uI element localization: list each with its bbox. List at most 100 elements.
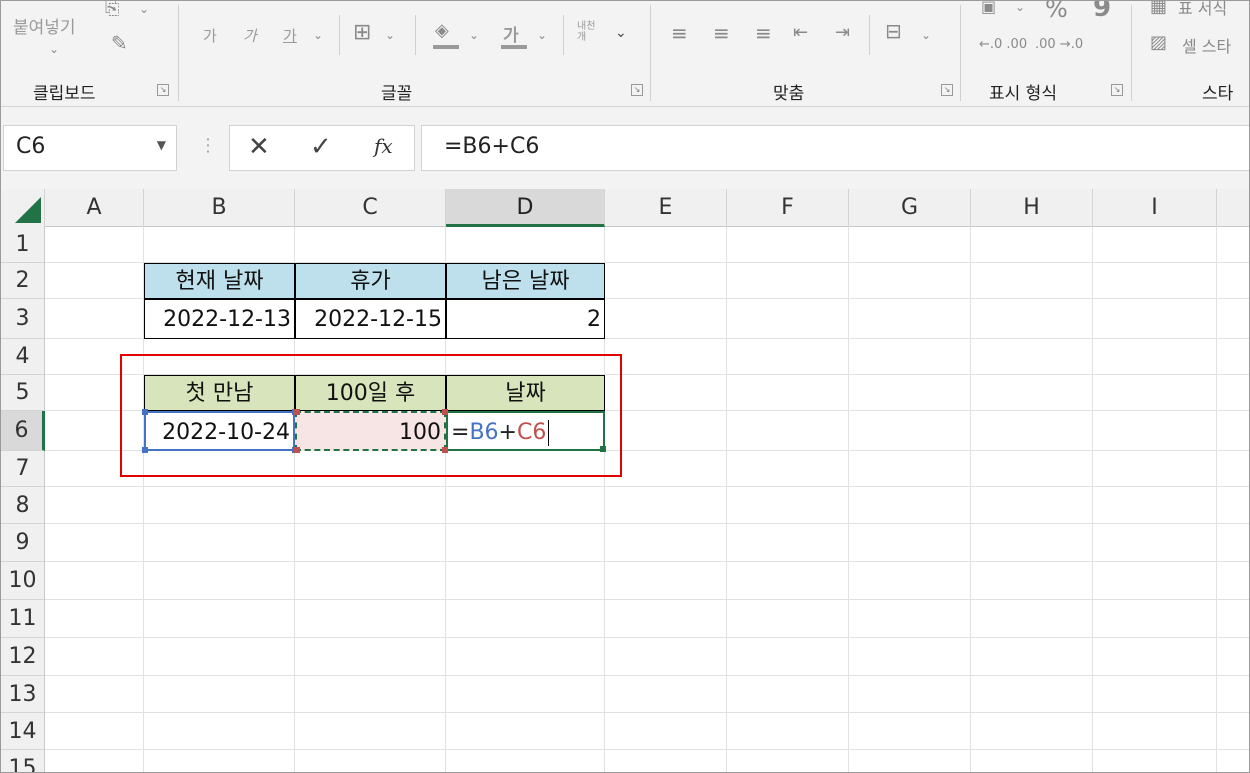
table1-value-cell[interactable]: 2022-12-13 (144, 299, 295, 339)
cell-styles-icon[interactable]: ▨ (1150, 33, 1167, 53)
cell-c6[interactable]: 100 (295, 411, 446, 451)
insert-function-icon[interactable]: fx (374, 134, 393, 158)
table1-header-cell[interactable]: 남은 날짜 (446, 263, 605, 299)
selection-handle[interactable] (442, 409, 448, 415)
worksheet-grid[interactable]: 1 2 3 4 5 6 7 8 9 10 11 12 13 14 15 현재 날짜 휴가 남은 날짜 2022-12… (1, 227, 1249, 772)
chevron-down-icon[interactable]: ⌄ (385, 25, 395, 45)
decrease-indent-icon[interactable]: ⇤ (793, 23, 808, 43)
column-header-d[interactable]: D (446, 189, 605, 227)
cell-styles-button[interactable]: 셀 스타 (1182, 33, 1231, 57)
selection-handle[interactable] (294, 447, 300, 453)
format-as-table-button[interactable]: 표 서식 (1178, 1, 1227, 19)
column-header-a[interactable]: A (45, 189, 144, 227)
italic-button[interactable]: 가 (243, 25, 257, 46)
row-header-12[interactable]: 12 (1, 638, 45, 676)
row-header-3[interactable]: 3 (1, 299, 45, 339)
dialog-launcher-icon[interactable]: ↘ (941, 84, 953, 96)
column-header-b[interactable]: B (144, 189, 295, 227)
selection-handle[interactable] (142, 447, 148, 453)
column-header-g[interactable]: G (849, 189, 971, 227)
column-header-i[interactable]: I (1093, 189, 1217, 227)
styles-group: ▦ 표 서식 ▨ 셀 스타 스타 (1132, 1, 1249, 105)
chevron-down-icon[interactable]: ⌄ (1015, 1, 1025, 17)
row-header-11[interactable]: 11 (1, 600, 45, 638)
align-right-icon[interactable]: ≡ (755, 23, 772, 43)
accounting-format-icon[interactable]: ▣ (981, 1, 996, 17)
chevron-down-icon[interactable]: ⌄ (49, 39, 59, 59)
table2-header-cell[interactable]: 첫 만남 (144, 375, 295, 411)
table1-header-cell[interactable]: 현재 날짜 (144, 263, 295, 299)
ribbon-separator (339, 15, 340, 55)
paste-button[interactable]: 붙여넣기 (13, 13, 76, 38)
chevron-down-icon[interactable]: ⌄ (615, 23, 627, 43)
column-header-e[interactable]: E (605, 189, 727, 227)
row-header-8[interactable]: 8 (1, 487, 45, 524)
row-header-15[interactable]: 15 (1, 750, 45, 772)
selection-handle[interactable] (442, 447, 448, 453)
column-header-h[interactable]: H (971, 189, 1093, 227)
styles-group-label: 스타 (1202, 84, 1234, 104)
copy-icon[interactable]: ⎘ (105, 1, 119, 19)
bold-button[interactable]: 가 (203, 25, 217, 46)
comma-style-button[interactable]: 9 (1093, 1, 1111, 23)
wrap-button[interactable]: 내천 개 (577, 21, 595, 43)
row-header-2[interactable]: 2 (1, 263, 45, 299)
column-header-partial[interactable] (1217, 189, 1249, 227)
row-header-4[interactable]: 4 (1, 339, 45, 375)
row-header-10[interactable]: 10 (1, 562, 45, 600)
table1-header-cell[interactable]: 휴가 (295, 263, 446, 299)
formula-buttons: ✕ ✓ fx (229, 125, 415, 171)
percent-button[interactable]: % (1045, 1, 1068, 23)
cell-d6-editing[interactable]: =B6+C6 (446, 411, 605, 451)
chevron-down-icon[interactable]: ⌄ (313, 25, 323, 45)
gridline-horizontal (45, 523, 1249, 524)
row-header-6[interactable]: 6 (1, 411, 45, 451)
table1-value-cell[interactable]: 2022-12-15 (295, 299, 446, 339)
column-header-f[interactable]: F (727, 189, 849, 227)
table2-header-cell[interactable]: 날짜 (446, 375, 605, 411)
format-as-table-icon[interactable]: ▦ (1150, 1, 1167, 17)
chevron-down-icon[interactable]: ⌄ (537, 25, 547, 45)
fill-color-icon[interactable]: ◈ (435, 21, 449, 41)
selection-handle[interactable] (142, 409, 148, 415)
increase-indent-icon[interactable]: ⇥ (835, 23, 850, 43)
align-left-icon[interactable]: ≡ (671, 23, 688, 43)
merge-cells-icon[interactable]: ⊟ (885, 21, 902, 41)
dialog-launcher-icon[interactable]: ↘ (157, 84, 169, 96)
row-header-7[interactable]: 7 (1, 451, 45, 487)
formula-bar-grip-icon[interactable]: ⋮ (199, 135, 217, 156)
enter-icon[interactable]: ✓ (310, 132, 332, 162)
chevron-down-icon[interactable]: ▼ (157, 138, 166, 152)
decrease-decimal-icon[interactable]: .00 →.0 (1035, 35, 1083, 55)
row-header-14[interactable]: 14 (1, 713, 45, 750)
row-header-5[interactable]: 5 (1, 375, 45, 411)
selection-handle[interactable] (294, 409, 300, 415)
borders-icon[interactable]: ⊞ (353, 22, 371, 44)
chevron-down-icon[interactable]: ⌄ (921, 25, 931, 45)
gridline-horizontal (45, 749, 1249, 750)
table1-value-cell[interactable]: 2 (446, 299, 605, 339)
font-color-button[interactable]: 가 (503, 21, 519, 46)
chevron-down-icon[interactable]: ⌄ (469, 25, 479, 45)
dialog-launcher-icon[interactable]: ↘ (1111, 84, 1123, 96)
select-all-button[interactable] (1, 189, 45, 227)
dialog-launcher-icon[interactable]: ↘ (631, 84, 643, 96)
increase-decimal-icon[interactable]: ←.0 .00 (979, 35, 1027, 55)
name-box[interactable]: C6 ▼ (3, 125, 177, 171)
chevron-down-icon[interactable]: ⌄ (139, 1, 149, 19)
row-header-13[interactable]: 13 (1, 676, 45, 713)
gridline-vertical (1092, 227, 1093, 772)
row-header-9[interactable]: 9 (1, 524, 45, 562)
gridline-horizontal (45, 599, 1249, 600)
selection-handle[interactable] (600, 446, 606, 452)
cancel-icon[interactable]: ✕ (248, 132, 270, 162)
formula-input[interactable]: =B6+C6 (421, 125, 1249, 171)
table2-header-cell[interactable]: 100일 후 (295, 375, 446, 411)
align-center-icon[interactable]: ≡ (713, 23, 730, 43)
underline-button[interactable]: 가 (283, 25, 297, 46)
cell-b6[interactable]: 2022-10-24 (144, 411, 295, 451)
row-header-1[interactable]: 1 (1, 227, 45, 263)
format-painter-icon[interactable]: ✎ (111, 33, 128, 53)
column-header-c[interactable]: C (295, 189, 446, 227)
gridline-vertical (726, 227, 727, 772)
